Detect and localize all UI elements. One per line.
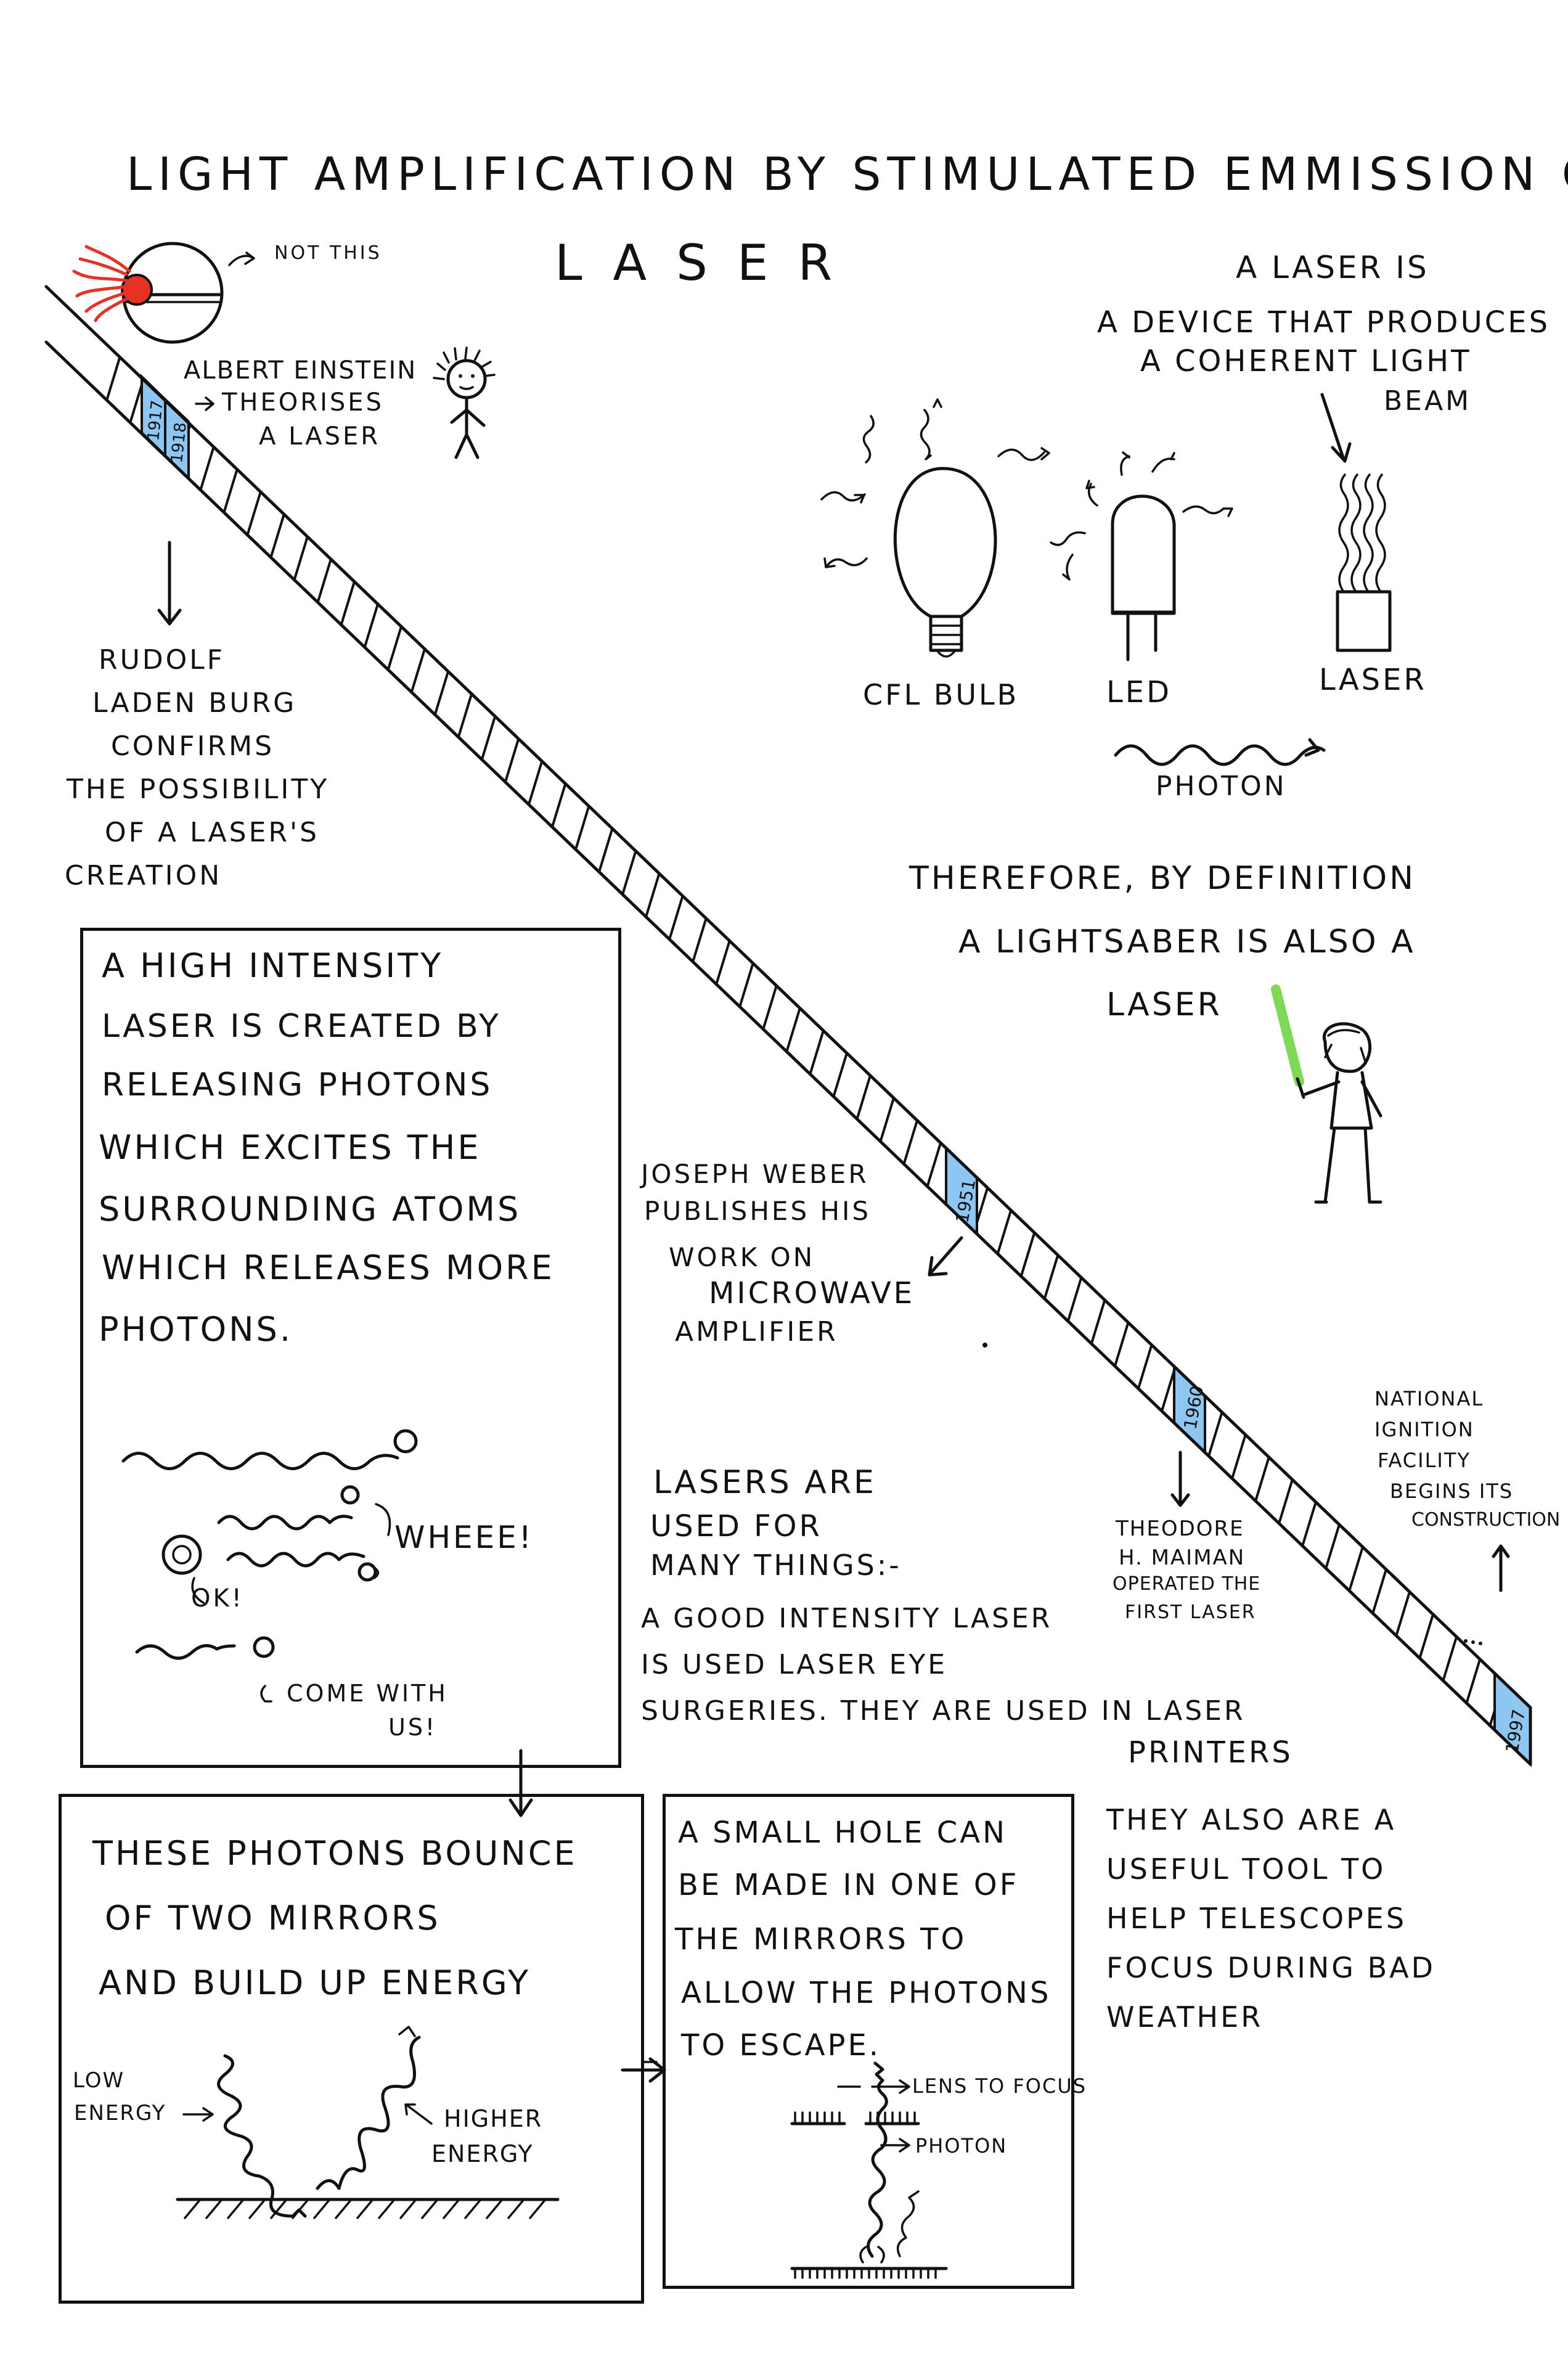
panel3-line-4: ALLOW THE PHOTONS: [681, 1976, 1051, 2010]
high-energy-label-2: ENERGY: [431, 2140, 534, 2167]
panel3-line-5: TO ESCAPE.: [681, 2028, 881, 2063]
ladenburg-line-1: RUDOLF: [99, 644, 226, 676]
low-energy-label-2: ENERGY: [74, 2101, 166, 2125]
maiman-line-2: H. MAIMAN: [1119, 1545, 1246, 1570]
definition-heading: A LASER IS: [1236, 250, 1429, 285]
definition-line-3: BEAM: [1384, 385, 1472, 417]
not-this-label: NOT THIS: [274, 242, 382, 264]
einstein-figure: [433, 346, 496, 459]
uses-line-6: SURGERIES. THEY ARE USED IN LASER: [641, 1695, 1246, 1727]
photon-label-2: PHOTON: [915, 2134, 1008, 2158]
uses-line-5: IS USED LASER EYE: [641, 1649, 948, 1680]
maiman-line-4: FIRST LASER: [1125, 1602, 1256, 1623]
telescopes-line-2: USEFUL TOOL TO: [1106, 1852, 1386, 1886]
ladenburg-line-3: CONFIRMS: [111, 730, 275, 762]
ladenburg-line-5: OF A LASER'S: [105, 817, 319, 848]
nif-line-2: IGNITION: [1374, 1418, 1474, 1441]
page-title: LIGHT AMPLIFICATION BY STIMULATED EMMISS…: [126, 148, 1568, 201]
photon-label: PHOTON: [1156, 771, 1287, 802]
weber-line-2: PUBLISHES HIS: [644, 1196, 872, 1226]
definition-line-1: A DEVICE THAT PRODUCES: [1097, 305, 1551, 340]
telescopes-line-3: HELP TELESCOPES: [1106, 1902, 1407, 1935]
led-label: LED: [1106, 675, 1172, 710]
maiman-line-1: THEODORE: [1116, 1516, 1244, 1541]
telescopes-line-5: WEATHER: [1106, 2000, 1264, 2034]
maiman-line-3: OPERATED THE: [1113, 1573, 1261, 1595]
lightsaber-line-2: A LIGHTSABER IS ALSO A: [958, 923, 1416, 960]
death-star-laser-drawing: [72, 242, 224, 344]
uses-line-2: USED FOR: [650, 1509, 822, 1544]
speech-ok: OK!: [191, 1584, 244, 1613]
lightsaber-line-1: THEREFORE, BY DEFINITION: [909, 860, 1416, 897]
laser-infographic-page: 1917 1918 1951 1960 1997 LIGHT AMPLIFICA…: [0, 0, 1568, 2377]
cfl-bulb-drawing: [820, 398, 1050, 658]
lightsaber-figure: [1271, 984, 1382, 1204]
maiman-arrow: [1170, 1450, 1190, 1507]
ladenburg-arrow: [157, 541, 182, 626]
panel3-line-3: THE MIRRORS TO: [675, 1922, 967, 1957]
einstein-arrow: [195, 396, 214, 411]
panel2-line-1: THESE PHOTONS BOUNCE: [92, 1834, 578, 1873]
panel1-line-6: WHICH RELEASES MORE: [102, 1248, 555, 1287]
weber-arrow: [928, 1236, 963, 1277]
ladenburg-line-2: LADEN BURG: [92, 687, 297, 719]
panel3-line-2: BE MADE IN ONE OF: [678, 1868, 1019, 1902]
ladenburg-line-4: THE POSSIBILITY: [67, 774, 330, 805]
speech-us: US!: [388, 1714, 438, 1741]
weber-line-3: WORK ON: [669, 1242, 815, 1272]
uses-line-7: PRINTERS: [1128, 1735, 1293, 1770]
laser-label: LASER: [1319, 663, 1427, 697]
einstein-line-1: ALBERT EINSTEIN: [184, 356, 417, 385]
high-energy-label-1: HIGHER: [444, 2105, 543, 2132]
panel2-line-2: OF TWO MIRRORS: [105, 1899, 441, 1937]
lens-to-focus-label: LENS TO FOCUS: [912, 2074, 1087, 2098]
uses-line-1: LASERS ARE: [653, 1464, 876, 1501]
nif-arrow: [1492, 1544, 1510, 1592]
nif-line-1: NATIONAL: [1374, 1387, 1484, 1410]
nif-line-5: CONSTRUCTION: [1411, 1509, 1561, 1531]
einstein-line-2: THEORISES: [222, 388, 384, 417]
panel1-line-5: SURROUNDING ATOMS: [99, 1190, 521, 1229]
low-energy-label-1: LOW: [73, 2068, 125, 2093]
led-drawing: [1050, 451, 1233, 661]
einstein-line-3: A LASER: [259, 422, 381, 451]
speech-come-with: COME WITH: [287, 1680, 448, 1707]
photon-squiggle: [1114, 738, 1326, 766]
panel1-line-1: A HIGH INTENSITY: [102, 946, 444, 985]
laser-beam-drawing: [1336, 473, 1392, 652]
ladenburg-line-6: CREATION: [65, 860, 223, 891]
panel1-line-2: LASER IS CREATED BY: [102, 1008, 501, 1045]
lightsaber-line-3: LASER: [1106, 986, 1222, 1023]
telescopes-line-4: FOCUS DURING BAD: [1106, 1951, 1436, 1984]
panel2-line-3: AND BUILD UP ENERGY: [99, 1963, 531, 2002]
panel1-line-3: RELEASING PHOTONS: [102, 1066, 493, 1103]
definition-line-2: A COHERENT LIGHT: [1140, 344, 1472, 378]
weber-line-1: JOSEPH WEBER: [641, 1159, 869, 1189]
nif-line-4: BEGINS ITS: [1390, 1479, 1514, 1503]
weber-line-4: MICROWAVE: [709, 1276, 915, 1311]
laser-acronym: LASER: [555, 234, 862, 292]
nif-line-3: FACILITY: [1378, 1449, 1471, 1472]
definition-arrow: [1320, 393, 1352, 463]
panel3-line-1: A SMALL HOLE CAN: [678, 1815, 1008, 1850]
panel1-line-7: PHOTONS.: [99, 1310, 293, 1349]
speech-wheee: WHEEE!: [394, 1520, 534, 1555]
panel1-line-4: WHICH EXCITES THE: [99, 1128, 481, 1167]
telescopes-line-1: THEY ALSO ARE A: [1106, 1803, 1397, 1836]
uses-line-4: A GOOD INTENSITY LASER: [641, 1603, 1053, 1634]
weber-line-5: AMPLIFIER: [675, 1316, 838, 1348]
uses-line-3: MANY THINGS:-: [650, 1549, 902, 1582]
cfl-bulb-label: CFL BULB: [863, 678, 1019, 711]
